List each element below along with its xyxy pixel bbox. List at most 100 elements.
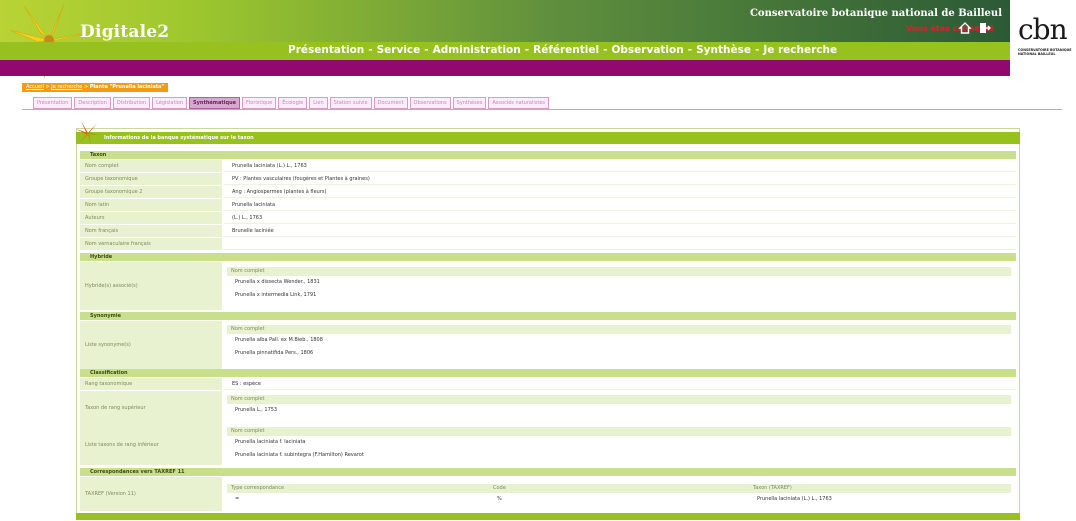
table-row: Auteurs (L.) L., 1763 (80, 212, 1016, 224)
tab-distribution[interactable]: Distribution (112, 97, 151, 109)
rang-label: Rang taxonomique (80, 378, 222, 390)
rang-inferieur-label: Liste taxons de rang inférieur (80, 425, 222, 465)
taxref-col-taxon: Taxon (TAXREF) (753, 485, 792, 491)
nav-separator: - (687, 44, 693, 56)
taxref-col-type: Type correspondance (231, 485, 285, 491)
list-item[interactable]: Prunella x dissecta Wender., 1831 (227, 276, 1011, 289)
tab-document[interactable]: Document (373, 97, 408, 109)
tab-divider (22, 109, 1062, 110)
cbn-logo-subtitle: CONSERVATOIRE BOTANIQUE NATIONAL BAILLEU… (1018, 48, 1072, 56)
nav-item-referentiel[interactable]: Référentiel (533, 44, 599, 56)
list-item[interactable]: Prunella laciniata f. laciniata (227, 436, 1011, 449)
tab-bar: Présentation Description Distribution Légis… (33, 97, 549, 109)
nav-menu: Présentation - Service - Administration - Réfé… (288, 44, 837, 56)
field-label: Nom complet (80, 160, 222, 172)
field-value: Ang : Angiospermes (plantes à fleurs) (224, 186, 1016, 198)
breadcrumb-search[interactable]: Je recherche (51, 84, 82, 90)
nav-item-service[interactable]: Service (377, 44, 421, 56)
panel-footer (76, 513, 1020, 520)
rang-superieur-column-header: Nom complet (227, 395, 1011, 404)
hybride-column-header: Nom complet (227, 267, 1011, 276)
list-item[interactable]: Prunella L., 1753 (227, 404, 1011, 417)
rang-superieur-subtable: Nom complet Prunella L., 1753 (227, 395, 1011, 417)
tab-associes-naturalistes[interactable]: Associés naturalistes (488, 97, 549, 109)
table-row: Nom français Brunelle laciniée (80, 225, 1016, 237)
nav-item-je-recherche[interactable]: Je recherche (763, 44, 837, 56)
taxref-cell-code: % (497, 496, 502, 502)
section-taxon: Taxon (80, 151, 1016, 159)
nav-item-presentation[interactable]: Présentation (288, 44, 364, 56)
section-hybride: Hybride (80, 253, 1016, 261)
tab-observations[interactable]: Observations (409, 97, 451, 109)
taxon-info-panel: Informations de la banque systématique s… (76, 121, 1020, 520)
tab-floristique[interactable]: Floristique (242, 97, 277, 109)
table-row: Nom complet Prunella laciniata (L.) L., 1… (80, 160, 1016, 172)
table-row: Groupe taxonomique PV : Plantes vasculair… (80, 173, 1016, 185)
table-row: = % Prunella laciniata (L.) L., 1763 (227, 493, 1011, 506)
synonymie-subtable: Nom complet Prunella alba Pall. ex M.Bie… (227, 325, 1011, 360)
tab-presentation[interactable]: Présentation (33, 97, 73, 109)
field-label: Groupe taxonomique (80, 173, 222, 185)
tab-lien[interactable]: Lien (309, 97, 328, 109)
field-value: Prunella laciniata (224, 199, 1016, 211)
panel-title: Informations de la banque systématique s… (76, 132, 1020, 144)
section-synonymie: Synonymie (80, 312, 1016, 320)
nav-separator: - (754, 44, 760, 56)
rang-inferieur-column-header: Nom complet (227, 427, 1011, 436)
section-classification: Classification (80, 369, 1016, 377)
table-row: Groupe taxonomique 2 Ang : Angiospermes (… (80, 186, 1016, 198)
breadcrumb: Accueil > Je recherche > Plante "Prunell… (22, 83, 169, 92)
app-title[interactable]: Digitale2 (80, 22, 169, 42)
taxref-col-code: Code (493, 485, 506, 491)
synonymie-column-header: Nom complet (227, 325, 1011, 334)
table-row: Nom vernaculaire français (80, 238, 1016, 250)
list-item[interactable]: Prunella laciniata f. subintegra (F.Hami… (227, 449, 1011, 462)
field-label: Nom français (80, 225, 222, 237)
nav-item-observation[interactable]: Observation (611, 44, 683, 56)
nav-item-administration[interactable]: Administration (433, 44, 521, 56)
breadcrumb-current: Plante "Prunella laciniata" (89, 84, 165, 90)
nav-separator: - (368, 44, 373, 56)
field-value: PV : Plantes vasculaires (fougères et Pl… (224, 173, 1016, 185)
taxref-cell-taxon[interactable]: Prunella laciniata (L.) L., 1763 (757, 493, 832, 506)
taxref-subtable: Type correspondance Code Taxon (TAXREF) … (227, 484, 1011, 506)
tab-station-suivie[interactable]: Station suivie (329, 97, 372, 109)
rang-superieur-label: Taxon de rang supérieur (80, 391, 222, 425)
rang-inferieur-subtable: Nom complet Prunella laciniata f. lacini… (227, 427, 1011, 462)
main-nav: Présentation - Service - Administration - Réfé… (0, 42, 1010, 60)
logout-icon[interactable] (977, 21, 991, 35)
field-value (224, 238, 1016, 250)
nav-item-synthese[interactable]: Synthèse (696, 44, 751, 56)
table-row: Nom latin Prunella laciniata (80, 199, 1016, 211)
rang-value: ES : espèce (224, 378, 1016, 390)
tab-legislation[interactable]: Législation (152, 97, 188, 109)
list-item[interactable]: Prunella x intermedia Link, 1791 (227, 289, 1011, 302)
synonymie-label: Liste synonyme(s) (80, 321, 222, 369)
hybride-label: Hybride(s) associé(s) (80, 262, 222, 310)
tab-syntheses[interactable]: Synthèses (452, 97, 487, 109)
breadcrumb-home[interactable]: Accueil (26, 84, 44, 90)
field-label: Nom latin (80, 199, 222, 211)
nav-separator: - (424, 44, 429, 56)
nav-separator: - (524, 44, 530, 56)
field-label: Auteurs (80, 212, 222, 224)
purple-band (0, 60, 1010, 76)
tab-ecologie[interactable]: Écologie (278, 97, 308, 109)
rang-row: Rang taxonomique ES : espèce (80, 378, 1016, 390)
field-label: Nom vernaculaire français (80, 238, 222, 250)
home-icon[interactable] (958, 21, 972, 35)
cbn-logo: cbn CONSERVATOIRE BOTANIQUE NATIONAL BAI… (1018, 16, 1076, 86)
field-value: Prunella laciniata (L.) L., 1763 (224, 160, 1016, 172)
field-label: Groupe taxonomique 2 (80, 186, 222, 198)
taxref-cell-type: = (235, 496, 240, 502)
tab-synthematique[interactable]: Synthématique (189, 97, 241, 109)
taxref-label: TAXREF (Version 11) (80, 477, 222, 511)
nav-separator: - (603, 44, 608, 56)
list-item[interactable]: Prunella alba Pall. ex M.Bieb., 1808 (227, 334, 1011, 347)
cbn-logo-text: cbn (1018, 13, 1068, 46)
tab-description[interactable]: Description (74, 97, 111, 109)
section-taxref: Correspondances vers TAXREF 11 (80, 468, 1016, 476)
field-value: (L.) L., 1763 (224, 212, 1016, 224)
list-item[interactable]: Prunella pinnatifida Pers., 1806 (227, 347, 1011, 360)
org-name: Conservatoire botanique national de Bail… (749, 8, 1002, 19)
